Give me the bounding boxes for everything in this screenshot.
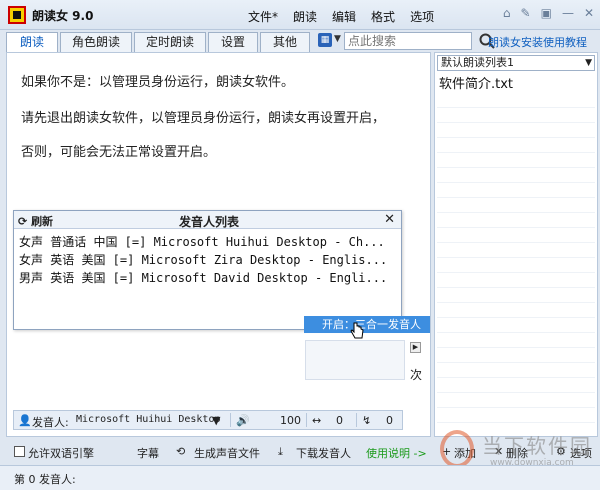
chevron-down-icon[interactable]: ▼ <box>212 414 220 427</box>
menu-edit[interactable]: 编辑 <box>332 8 356 25</box>
download-icon: ⤓ <box>278 445 283 458</box>
divider <box>306 413 307 427</box>
refresh-icon: ⟳ <box>18 215 28 228</box>
refresh-button[interactable]: ⟳ 刷新 <box>18 213 53 229</box>
read-list-select[interactable]: 默认朗读列表1 ▼ <box>437 55 595 71</box>
voice-label: 发音人: <box>32 416 69 429</box>
volume-value[interactable]: 100 <box>280 414 301 427</box>
read-list-panel: 默认朗读列表1 ▼ 软件简介.txt <box>434 52 598 437</box>
menu-options[interactable]: 选项 <box>410 8 434 25</box>
menu-read[interactable]: 朗读 <box>293 8 317 25</box>
divider <box>230 413 231 427</box>
list-item[interactable]: 软件简介.txt <box>439 73 513 92</box>
ghost-panel <box>305 340 405 380</box>
status-bar: 第 0 发音人: <box>0 465 600 490</box>
voice-item[interactable]: 男声 英语 美国 [=] Microsoft David Desktop - E… <box>19 269 387 286</box>
read-list-rows <box>437 93 595 433</box>
window-buttons: ⌂ ✎ ▣ — ✕ <box>503 6 594 20</box>
app-logo <box>8 6 26 24</box>
editor-line: 请先退出朗读女软件，以管理员身份运行，朗读女再设置开启， <box>21 111 386 126</box>
voice-item[interactable]: 女声 英语 美国 [=] Microsoft Zira Desktop - En… <box>19 251 387 268</box>
download-voice-button[interactable]: 下载发音人 <box>296 445 351 461</box>
app-title: 朗读女 9.0 <box>32 9 94 23</box>
bilingual-checkbox[interactable] <box>14 446 25 457</box>
title-bar: 朗读女 9.0 文件* 朗读 编辑 格式 选项 ⌂ ✎ ▣ — ✕ <box>0 0 600 30</box>
bilingual-label: 允许双语引擎 <box>28 447 94 460</box>
watermark-logo <box>440 430 474 468</box>
picture-icon[interactable]: ▦ <box>318 33 332 47</box>
read-list-name: 默认朗读列表1 <box>441 56 514 69</box>
voice-value[interactable]: Microsoft Huihui Desktop <box>76 414 221 425</box>
divider <box>356 413 357 427</box>
volume-icon: 🔊 <box>236 414 250 427</box>
status-text: 第 0 发音人: <box>14 473 76 486</box>
close-icon[interactable]: ✕ <box>384 212 395 227</box>
person-icon: 👤 <box>18 414 32 427</box>
voice-bar: 👤 发音人: Microsoft Huihui Desktop ▼ 🔊 100 … <box>13 410 403 430</box>
pitch-icon: ↯ <box>362 414 372 427</box>
editor-line: 如果你不是：以管理员身份运行，朗读女软件。 <box>21 75 295 90</box>
help-link[interactable]: 使用说明 -> <box>366 445 427 461</box>
tab-read[interactable]: 朗读 <box>6 32 58 53</box>
speed-icon: ↔ <box>312 414 322 427</box>
minimize-icon[interactable]: — <box>562 6 574 20</box>
gen-audio-icon: ⟲ <box>176 445 186 458</box>
chevron-down-icon: ▼ <box>585 58 592 68</box>
tab-settings[interactable]: 设置 <box>208 32 258 52</box>
voice-list-popup: ⟳ 刷新 发音人列表 ✕ 女声 普通话 中国 [=] Microsoft Hui… <box>13 210 402 330</box>
skin-icon[interactable]: ▣ <box>541 6 552 20</box>
search-input[interactable] <box>344 32 472 50</box>
voice-item[interactable]: 女声 普通话 中国 [=] Microsoft Huihui Desktop -… <box>19 233 385 250</box>
wrench-icon[interactable]: ✎ <box>521 6 531 20</box>
menu-format[interactable]: 格式 <box>371 8 395 25</box>
menu-file[interactable]: 文件* <box>248 8 278 25</box>
tab-role-read[interactable]: 角色朗读 <box>60 32 132 52</box>
menu-bar: 文件* 朗读 编辑 格式 选项 <box>248 8 434 25</box>
subtitle-button[interactable]: 字幕 <box>137 445 159 461</box>
pitch-value[interactable]: 0 <box>386 414 393 427</box>
next-label: 次 <box>410 368 423 382</box>
editor-line: 否则，可能会无法正常设置开启。 <box>21 145 217 160</box>
tab-timed-read[interactable]: 定时朗读 <box>134 32 206 52</box>
context-menu-item[interactable]: 开启：三合一发音人 <box>304 316 430 333</box>
speed-value[interactable]: 0 <box>336 414 343 427</box>
hand-cursor-icon <box>350 322 364 339</box>
gen-audio-button[interactable]: 生成声音文件 <box>194 445 260 461</box>
guide-link[interactable]: 朗读女安装使用教程 <box>488 34 587 50</box>
tab-other[interactable]: 其他 <box>260 32 310 52</box>
scroll-right-arrow[interactable]: ▶ <box>410 342 421 353</box>
watermark-text: 当下软件园 <box>482 434 592 458</box>
close-icon[interactable]: ✕ <box>584 6 594 20</box>
popup-title: 发音人列表 <box>179 215 240 229</box>
chevron-down-icon[interactable]: ▼ <box>334 34 341 44</box>
home-icon[interactable]: ⌂ <box>503 6 511 20</box>
popup-header: ⟳ 刷新 发音人列表 ✕ <box>14 211 401 229</box>
